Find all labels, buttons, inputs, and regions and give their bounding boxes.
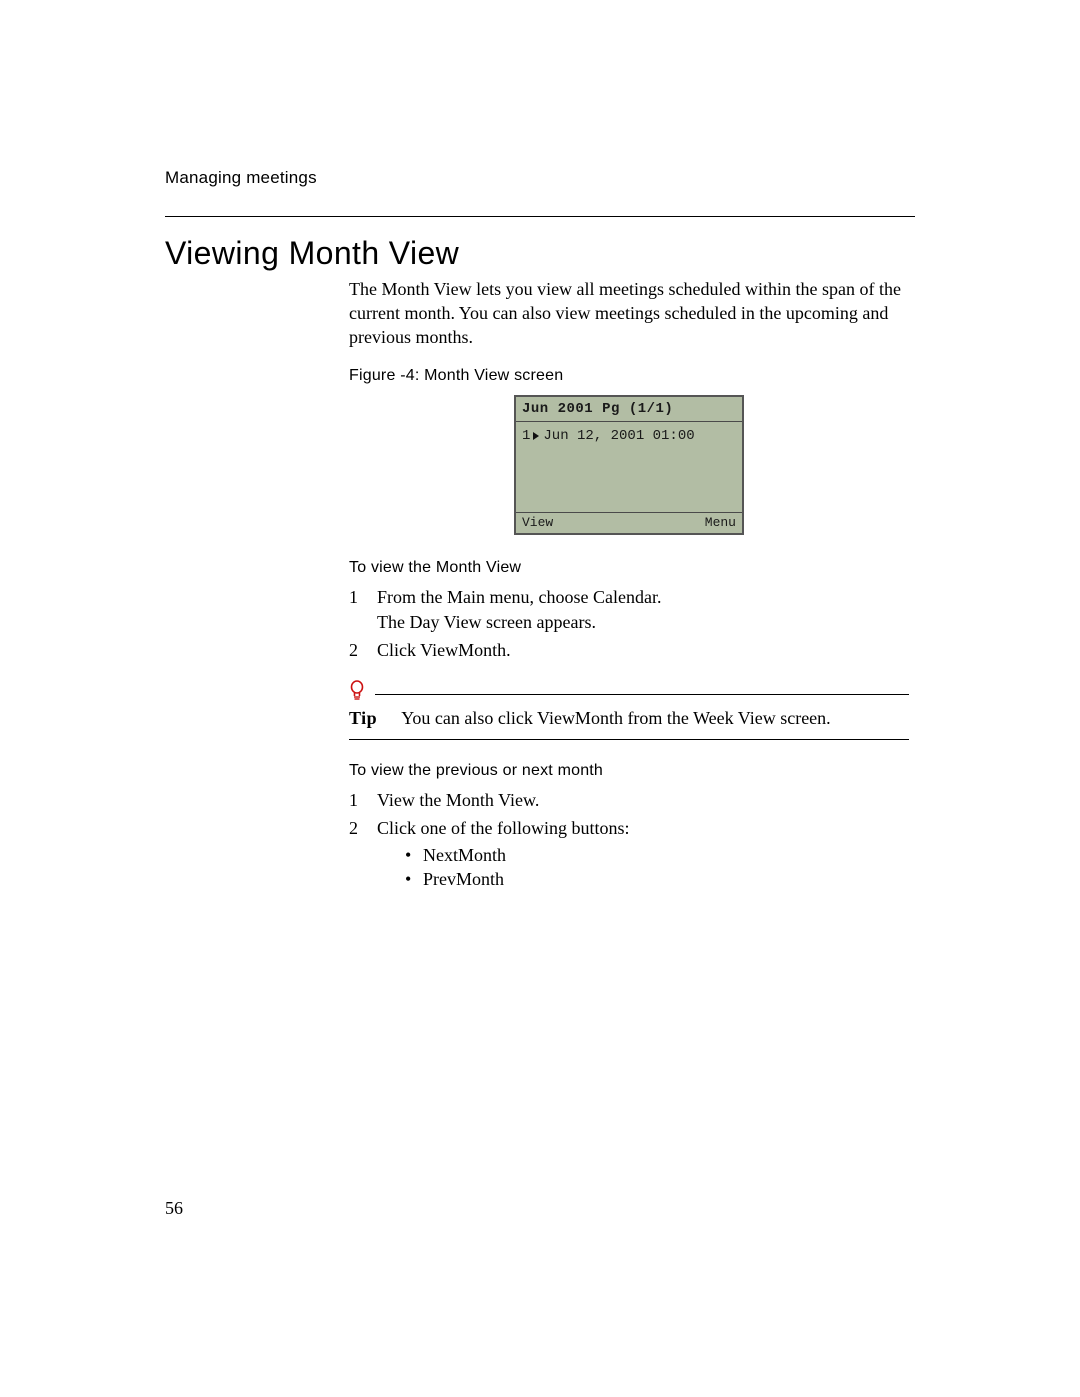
step-number: 2 [349, 816, 363, 891]
page-number: 56 [165, 1198, 183, 1219]
screenshot-softkeys: View Menu [516, 512, 742, 533]
step-main-text: From the Main menu, choose Calendar. [377, 587, 661, 607]
step-item: 1 View the Month View. [349, 788, 909, 812]
step-text: View the Month View. [377, 788, 539, 812]
bullet-item: PrevMonth [405, 867, 629, 891]
step-item: 1 From the Main menu, choose Calendar. T… [349, 585, 909, 634]
step-text: Click ViewMonth. [377, 638, 511, 662]
lightbulb-icon [349, 680, 367, 702]
screenshot-title-bar: Jun 2001 Pg (1/1) [516, 397, 742, 422]
step-main-text: Click one of the following buttons: [377, 818, 629, 838]
document-page: Managing meetings Viewing Month View The… [0, 0, 1080, 1397]
step-item: 2 Click one of the following buttons: Ne… [349, 816, 909, 891]
softkey-left: View [522, 515, 553, 530]
section-title: Viewing Month View [165, 235, 915, 272]
procedure-title: To view the Month View [349, 559, 909, 577]
bullet-item: NextMonth [405, 843, 629, 867]
step-note-text: The Day View screen appears. [377, 612, 596, 632]
screenshot-list-item: 1 Jun 12, 2001 01:00 [522, 428, 736, 444]
screenshot-body: 1 Jun 12, 2001 01:00 [516, 422, 742, 450]
screenshot-item-text: Jun 12, 2001 01:00 [543, 428, 694, 444]
month-view-screenshot: Jun 2001 Pg (1/1) 1 Jun 12, 2001 01:00 V… [514, 395, 744, 535]
tip-top-rule [375, 693, 909, 695]
step-text: Click one of the following buttons: Next… [377, 816, 629, 891]
tip-block: Tip You can also click ViewMonth from th… [349, 676, 909, 740]
tip-text: You can also click ViewMonth from the We… [401, 708, 830, 729]
procedure-steps: 1 From the Main menu, choose Calendar. T… [349, 585, 909, 662]
figure-caption: Figure -4: Month View screen [349, 367, 909, 385]
intro-paragraph: The Month View lets you view all meeting… [349, 278, 909, 349]
running-header: Managing meetings [165, 168, 915, 188]
step-item: 2 Click ViewMonth. [349, 638, 909, 662]
step-text: From the Main menu, choose Calendar. The… [377, 585, 661, 634]
procedure-title: To view the previous or next month [349, 762, 909, 780]
selection-arrow-icon [533, 432, 539, 440]
section-body: The Month View lets you view all meeting… [349, 278, 909, 891]
step-number: 1 [349, 585, 363, 634]
screenshot-item-index: 1 [522, 428, 530, 444]
softkey-right: Menu [705, 515, 736, 530]
step-number: 2 [349, 638, 363, 662]
procedure-steps: 1 View the Month View. 2 Click one of th… [349, 788, 909, 891]
step-bullet-list: NextMonth PrevMonth [377, 843, 629, 892]
header-rule [165, 216, 915, 217]
figure-container: Jun 2001 Pg (1/1) 1 Jun 12, 2001 01:00 V… [349, 395, 909, 535]
tip-label: Tip [349, 708, 377, 729]
tip-bottom-rule [349, 739, 909, 740]
step-number: 1 [349, 788, 363, 812]
